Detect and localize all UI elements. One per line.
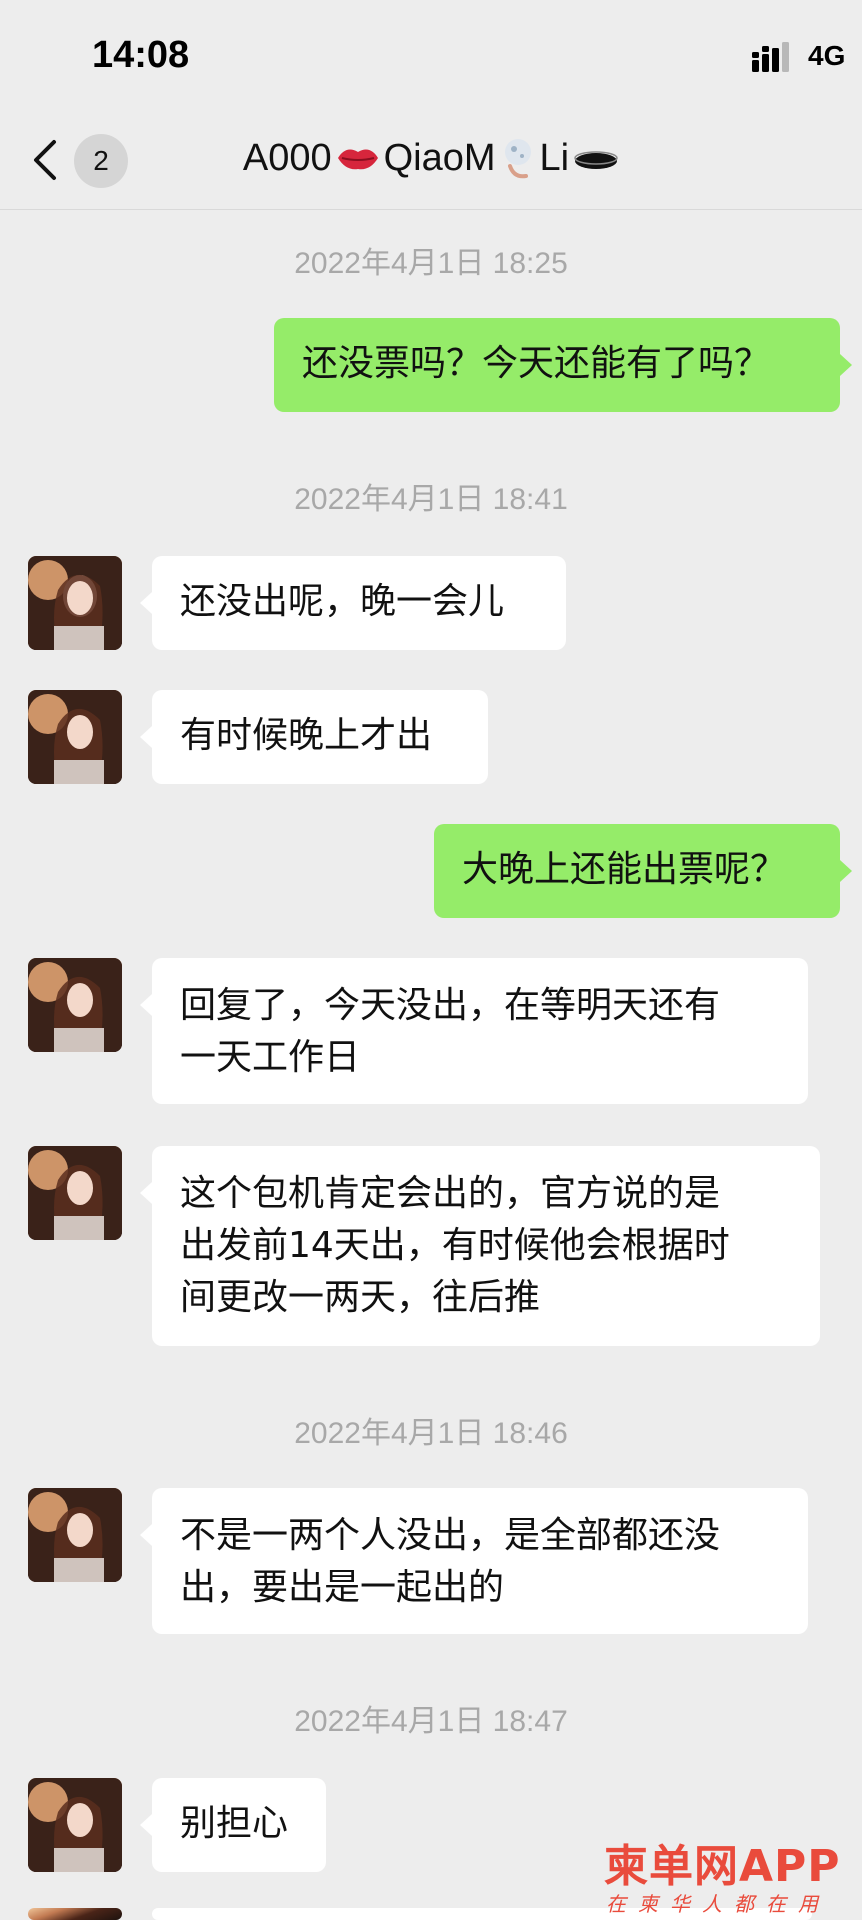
bubble-tail [840,354,852,376]
message-text: 还没出呢，晚一会儿 [180,581,505,622]
contact-avatar[interactable] [28,1146,122,1240]
bubble-tail [140,994,152,1016]
message-text-line: 回复了，今天没出，在等明天还有 [180,985,721,1026]
watermark-main-text: 柬单网APP [604,1841,841,1892]
hole-emoji-icon [574,151,618,169]
message-text: 有时候晚上才出 [180,715,433,756]
contact-avatar[interactable] [28,556,122,650]
contact-avatar[interactable] [28,958,122,1052]
message-text: 别担心 [180,1803,289,1844]
incoming-message-bubble[interactable]: 别担心 [152,1778,326,1872]
chat-title-part: QiaoM [383,136,496,179]
network-type: 4G [808,40,846,71]
avatar-portrait-icon [28,556,122,650]
watermark-sub-text: 在柬华人都在用 [606,1892,830,1916]
chat-nav-bar: 2 A000 QiaoM Li [0,110,862,210]
avatar-portrait-icon [28,690,122,784]
avatar-portrait-icon [28,1488,122,1582]
incoming-message-bubble[interactable]: 这个包机肯定会出的，官方说的是 出发前14天出，有时候他会根据时 间更改一两天，… [152,1146,820,1346]
message-text: 还没票吗？今天还能有了吗？ [302,343,771,384]
message-text-line: 不是一两个人没出，是全部都还没 [180,1515,721,1556]
contact-avatar[interactable] [28,690,122,784]
message-timestamp: 2022年4月1日 18:41 [294,483,568,516]
chat-title-part: Li [539,136,570,179]
avatar-portrait-icon [28,1778,122,1872]
incoming-message-bubble[interactable]: 回复了，今天没出，在等明天还有 一天工作日 [152,958,808,1104]
incoming-message-bubble[interactable]: 还没出呢，晚一会儿 [152,556,566,650]
message-text-line: 间更改一两天，往后推 [180,1277,541,1318]
chat-title-part: A000 [242,136,332,179]
incoming-message-bubble[interactable]: 有时候晚上才出 [152,690,488,784]
lips-emoji-icon [337,149,378,170]
message-text-line: 这个包机肯定会出的，官方说的是 [180,1173,721,1214]
avatar-portrait-icon [28,1146,122,1240]
bubble-tail [840,860,852,882]
watermark-logo: 柬单网APP 在柬华人都在用 [600,1830,862,1920]
outgoing-message-bubble[interactable]: 还没票吗？今天还能有了吗？ [274,318,840,412]
message-timestamp: 2022年4月1日 18:47 [294,1705,568,1738]
contact-avatar[interactable] [28,1488,122,1582]
message-timestamp: 2022年4月1日 18:25 [294,247,568,280]
bubble-tail [140,592,152,614]
message-text-line: 出发前14天出，有时候他会根据时 [180,1225,730,1266]
status-time: 14:08 [92,34,190,76]
status-bar: 14:08 4G [0,0,862,110]
message-text-line: 一天工作日 [180,1037,361,1078]
contact-avatar[interactable] [28,1778,122,1872]
avatar-portrait-icon [28,958,122,1052]
signal-strength-icon [752,42,789,72]
chat-title: A000 QiaoM Li [0,136,862,180]
bubble-tail [140,1182,152,1204]
message-timestamp: 2022年4月1日 18:46 [294,1417,568,1450]
outgoing-message-bubble[interactable]: 大晚上还能出票呢？ [434,824,840,918]
message-text: 大晚上还能出票呢？ [462,849,787,890]
message-text-line: 出，要出是一起出的 [180,1567,505,1608]
contact-avatar[interactable] [28,1908,122,1920]
bubble-tail [140,1814,152,1836]
incoming-message-bubble[interactable]: 不是一两个人没出，是全部都还没 出，要出是一起出的 [152,1488,808,1634]
bubble-tail [140,1524,152,1546]
bubble-tail [140,726,152,748]
moon-emoji-icon [504,139,531,179]
